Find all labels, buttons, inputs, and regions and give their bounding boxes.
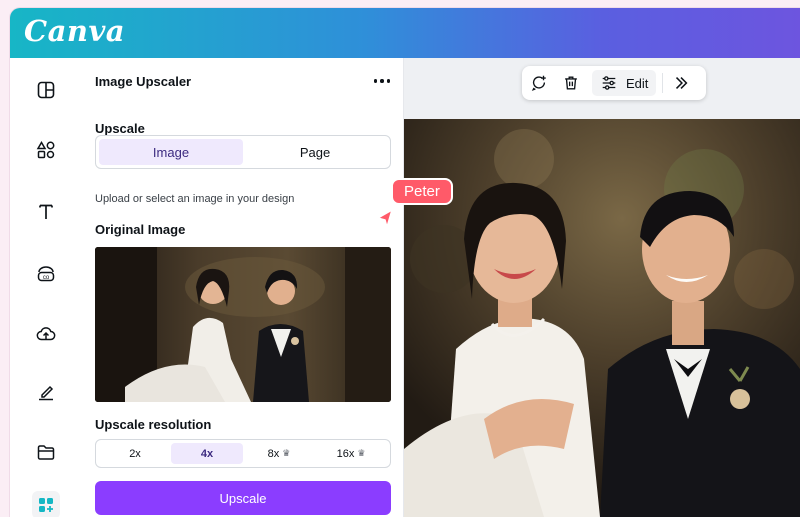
- original-image-thumbnail[interactable]: [95, 247, 391, 402]
- upscale-button[interactable]: Upscale: [95, 481, 391, 515]
- toolbar-divider: [662, 73, 664, 93]
- upscale-resolution-label: Upscale resolution: [95, 417, 212, 432]
- edit-image-button[interactable]: Edit: [592, 70, 657, 96]
- svg-text:co: co: [43, 275, 50, 281]
- image-upscaler-panel: Image Upscaler Upscale Image Page Upload…: [82, 58, 404, 517]
- projects-icon[interactable]: [34, 440, 58, 464]
- top-bar: Canva: [10, 8, 800, 58]
- crown-icon: ♛: [282, 448, 291, 458]
- apps-icon[interactable]: [32, 491, 60, 517]
- upscale-target-toggle: Image Page: [95, 135, 391, 169]
- draw-icon[interactable]: [34, 380, 58, 404]
- upscale-section-label: Upscale: [95, 121, 145, 136]
- option-image[interactable]: Image: [99, 139, 243, 165]
- uploads-icon[interactable]: [34, 322, 58, 346]
- original-image-label: Original Image: [95, 222, 186, 237]
- crown-icon: ♛: [357, 448, 366, 458]
- resolution-4x[interactable]: 4x: [171, 443, 243, 464]
- selected-photo[interactable]: [404, 119, 800, 517]
- upload-hint: Upload or select an image in your design: [95, 193, 295, 205]
- context-toolbar: Edit: [522, 66, 706, 100]
- design-icon[interactable]: [34, 78, 58, 102]
- resolution-2x[interactable]: 2x: [99, 443, 171, 464]
- collaborator-name-tag: Peter: [391, 178, 453, 205]
- side-rail: co: [10, 58, 82, 517]
- panel-title: Image Upscaler: [95, 74, 192, 89]
- trash-icon[interactable]: [556, 70, 586, 96]
- brand-icon[interactable]: co: [34, 262, 58, 286]
- more-options-button[interactable]: [370, 70, 394, 92]
- elements-icon[interactable]: [34, 138, 58, 162]
- adjust-sliders-icon: [602, 76, 616, 90]
- option-page[interactable]: Page: [243, 139, 387, 165]
- collaborator-cursor-icon: [374, 208, 396, 235]
- editor-canvas: Edit: [404, 58, 800, 517]
- app-window: Canva co Image Upscaler Upscale Image Pa…: [10, 8, 800, 517]
- resolution-16x[interactable]: 16x ♛: [315, 443, 387, 464]
- canva-logo[interactable]: Canva: [24, 14, 125, 48]
- resolution-8x[interactable]: 8x ♛: [243, 443, 315, 464]
- comment-add-icon[interactable]: [522, 70, 556, 96]
- chevrons-right-icon[interactable]: [669, 70, 693, 96]
- text-icon[interactable]: [34, 200, 58, 224]
- resolution-selector: 2x 4x 8x ♛ 16x ♛: [95, 439, 391, 468]
